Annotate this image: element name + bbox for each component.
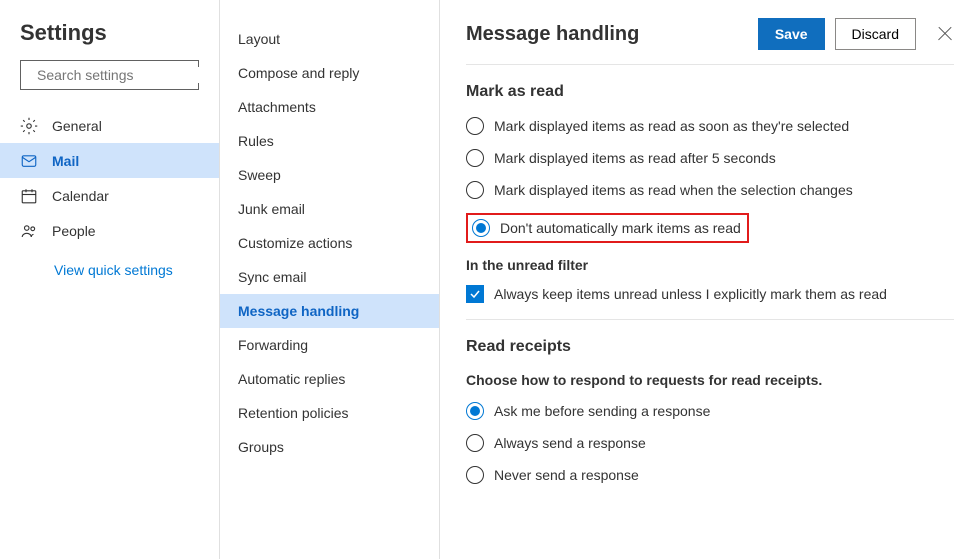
nav-label: General	[52, 118, 102, 134]
option-label: Don't automatically mark items as read	[500, 220, 741, 236]
search-settings-box[interactable]	[20, 60, 199, 90]
radio-icon	[466, 149, 484, 167]
nav-general[interactable]: General	[0, 108, 219, 143]
settings-title: Settings	[0, 20, 219, 60]
save-button[interactable]: Save	[758, 18, 825, 50]
subnav-retention[interactable]: Retention policies	[220, 396, 439, 430]
mark-option-delay[interactable]: Mark displayed items as read after 5 sec…	[466, 149, 954, 167]
page-title: Message handling	[466, 23, 758, 46]
highlighted-option: Don't automatically mark items as read	[466, 213, 749, 243]
radio-icon	[466, 434, 484, 452]
nav-calendar[interactable]: Calendar	[0, 178, 219, 213]
radio-icon	[466, 466, 484, 484]
settings-content: Message handling Save Discard Mark as re…	[440, 0, 980, 559]
unread-filter-heading: In the unread filter	[466, 257, 954, 273]
mail-settings-subnav: Layout Compose and reply Attachments Rul…	[220, 0, 440, 559]
receipt-option-never[interactable]: Never send a response	[466, 466, 954, 484]
mark-option-selection-change[interactable]: Mark displayed items as read when the se…	[466, 181, 954, 199]
subnav-forwarding[interactable]: Forwarding	[220, 328, 439, 362]
option-label: Mark displayed items as read as soon as …	[494, 118, 849, 134]
subnav-autoreply[interactable]: Automatic replies	[220, 362, 439, 396]
content-header: Message handling Save Discard	[466, 18, 954, 65]
view-quick-settings-link[interactable]: View quick settings	[0, 248, 219, 278]
subnav-compose[interactable]: Compose and reply	[220, 56, 439, 90]
subnav-groups[interactable]: Groups	[220, 430, 439, 464]
receipt-option-ask[interactable]: Ask me before sending a response	[466, 402, 954, 420]
subnav-junk[interactable]: Junk email	[220, 192, 439, 226]
mark-option-selected[interactable]: Mark displayed items as read as soon as …	[466, 117, 954, 135]
option-label: Mark displayed items as read when the se…	[494, 182, 853, 198]
nav-people[interactable]: People	[0, 213, 219, 248]
receipt-option-always[interactable]: Always send a response	[466, 434, 954, 452]
mark-option-dont-mark[interactable]: Don't automatically mark items as read	[472, 219, 741, 237]
mail-icon	[20, 152, 38, 170]
subnav-attachments[interactable]: Attachments	[220, 90, 439, 124]
settings-sidebar: Settings General Mail Calendar People Vi…	[0, 0, 220, 559]
divider	[466, 319, 954, 320]
subnav-sweep[interactable]: Sweep	[220, 158, 439, 192]
radio-icon	[466, 117, 484, 135]
subnav-layout[interactable]: Layout	[220, 22, 439, 56]
checkbox-label: Always keep items unread unless I explic…	[494, 286, 887, 302]
option-label: Always send a response	[494, 435, 646, 451]
mark-as-read-heading: Mark as read	[466, 83, 954, 101]
gear-icon	[20, 117, 38, 135]
nav-label: People	[52, 223, 96, 239]
radio-icon	[466, 402, 484, 420]
close-icon[interactable]	[936, 25, 954, 43]
option-label: Never send a response	[494, 467, 639, 483]
checkbox-icon	[466, 285, 484, 303]
radio-icon	[466, 181, 484, 199]
discard-button[interactable]: Discard	[835, 18, 916, 50]
nav-mail[interactable]: Mail	[0, 143, 219, 178]
radio-icon	[472, 219, 490, 237]
subnav-rules[interactable]: Rules	[220, 124, 439, 158]
people-icon	[20, 222, 38, 240]
subnav-customize[interactable]: Customize actions	[220, 226, 439, 260]
subnav-sync[interactable]: Sync email	[220, 260, 439, 294]
subnav-message-handling[interactable]: Message handling	[220, 294, 439, 328]
search-input[interactable]	[37, 67, 218, 83]
option-label: Ask me before sending a response	[494, 403, 710, 419]
nav-label: Calendar	[52, 188, 109, 204]
calendar-icon	[20, 187, 38, 205]
nav-label: Mail	[52, 153, 79, 169]
option-label: Mark displayed items as read after 5 sec…	[494, 150, 776, 166]
read-receipts-desc: Choose how to respond to requests for re…	[466, 372, 954, 388]
unread-keep-checkbox[interactable]: Always keep items unread unless I explic…	[466, 285, 954, 303]
read-receipts-heading: Read receipts	[466, 338, 954, 356]
